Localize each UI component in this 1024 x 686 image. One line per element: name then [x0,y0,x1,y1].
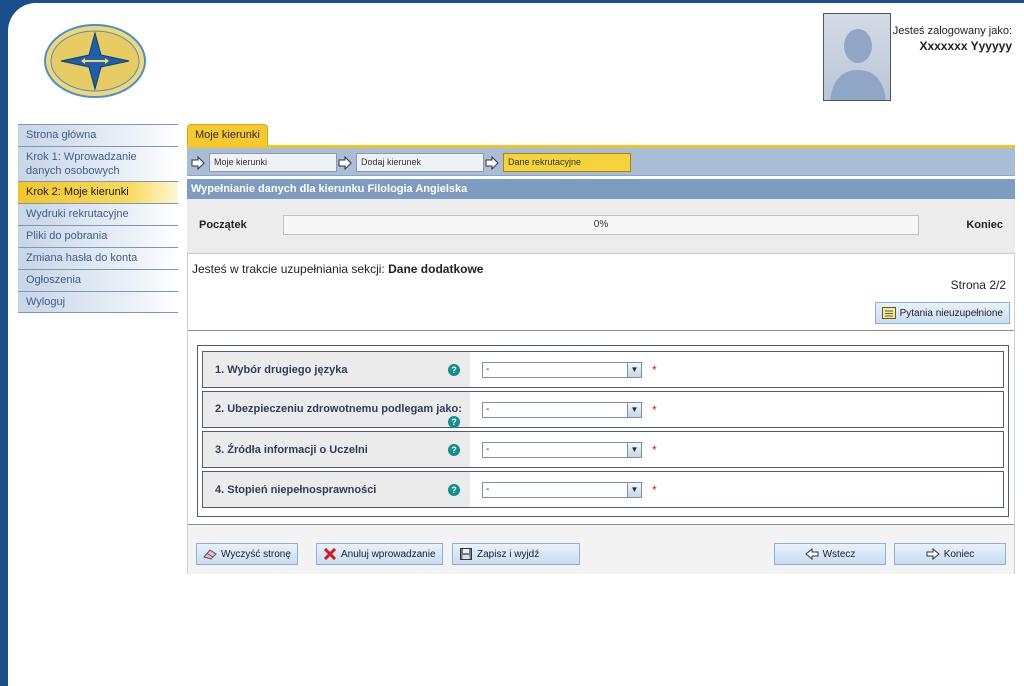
sidebar-item-announcements[interactable]: Ogłoszenia [18,269,178,291]
user-name: Xxxxxxx Yyyyyy [919,39,1012,53]
sidebar-item-step2-my-courses[interactable]: Krok 2: Moje kierunki [18,181,178,203]
second-language-select[interactable]: - ▼ [482,361,642,378]
select-value: - [486,403,490,415]
form-content: Jesteś w trakcie uzupełniania sekcji: Da… [187,254,1015,574]
question-field: - ▼ * [470,352,657,387]
question-text: 2. Ubezpieczeniu zdrowotnemu podlegam ja… [215,403,462,415]
floppy-disk-icon [460,548,472,560]
info-source-select[interactable]: - ▼ [482,441,642,458]
question-row: 1. Wybór drugiego języka ? - ▼ * [202,351,1004,388]
arrow-right-icon [338,155,352,170]
chevron-down-icon[interactable]: ▼ [627,362,641,377]
user-avatar [823,13,891,101]
sidebar-item-home[interactable]: Strona główna [18,124,178,146]
page-number: Strona 2/2 [950,278,1006,292]
question-field: - ▼ * [470,432,657,467]
question-label: 3. Źródła informacji o Uczelni ? [203,432,470,467]
breadcrumb: Moje kierunki Dodaj kierunek Dane rekrut… [187,148,1015,176]
login-label: Jesteś zalogowany jako: [892,25,1012,37]
save-and-exit-button[interactable]: Zapisz i wyjdź [452,543,580,565]
progress-start-label: Początek [199,219,247,231]
help-icon[interactable]: ? [448,484,460,496]
unanswered-questions-label: Pytania nieuzupełnione [899,307,1003,319]
question-text: 1. Wybór drugiego języka [215,363,348,376]
help-icon[interactable]: ? [448,364,460,376]
arrow-right-icon [485,155,499,170]
chevron-down-icon[interactable]: ▼ [627,402,641,417]
required-marker: * [652,442,657,457]
finish-label: Koniec [943,548,975,560]
arrow-right-icon [926,548,940,560]
cancel-entry-label: Anuluj wprowadzanie [341,548,436,560]
question-label: 4. Stopień niepełnosprawności ? [203,472,470,507]
back-button[interactable]: Wstecz [774,543,886,565]
breadcrumb-label-current: Dane rekrutacyjne [503,153,631,172]
sidebar-menu: Strona główna Krok 1: Wprowadzanie danyc… [18,124,178,313]
clear-page-label: Wyczyść stronę [221,548,291,560]
back-label: Wstecz [822,548,856,560]
section-status-name: Dane dodatkowe [388,262,484,276]
question-label: 1. Wybór drugiego języka ? [203,352,470,387]
question-label: 2. Ubezpieczeniu zdrowotnemu podlegam ja… [203,392,470,428]
section-title: Wypełnianie danych dla kierunku Filologi… [187,179,1015,199]
question-row: 2. Ubezpieczeniu zdrowotnemu podlegam ja… [202,391,1004,428]
action-bar: Wyczyść stronę Anuluj wprowadzanie Zapis… [188,524,1014,574]
question-text: 4. Stopień niepełnosprawności [215,483,377,496]
required-marker: * [652,402,657,417]
progress-area: Początek 0% Koniec [187,199,1015,254]
question-row: 3. Źródła informacji o Uczelni ? - ▼ * [202,431,1004,468]
question-field: - ▼ * [470,392,657,427]
divider [188,330,1014,331]
breadcrumb-step-2[interactable]: Dodaj kierunek [338,153,484,172]
sidebar-item-step1-personal-data[interactable]: Krok 1: Wprowadzanie danych osobowych [18,146,178,181]
finish-button[interactable]: Koniec [894,543,1006,565]
app-window: Jesteś zalogowany jako: Xxxxxxx Yyyyyy S… [8,3,1024,686]
required-marker: * [652,362,657,377]
eraser-icon [203,549,217,560]
select-value: - [486,483,490,495]
arrow-right-icon [191,155,205,170]
university-logo [44,24,146,98]
chevron-down-icon[interactable]: ▼ [627,482,641,497]
main-panel: Moje kierunki Moje kierunki Dodaj kierun… [187,124,1015,574]
questions-box: 1. Wybór drugiego języka ? - ▼ * 2. Ubez… [197,345,1009,517]
breadcrumb-label: Dodaj kierunek [356,153,484,172]
breadcrumb-label: Moje kierunki [209,153,337,172]
select-value: - [486,443,490,455]
save-and-exit-label: Zapisz i wyjdź [477,548,540,560]
sidebar-item-logout[interactable]: Wyloguj [18,291,178,313]
help-icon[interactable]: ? [448,444,460,456]
required-marker: * [652,482,657,497]
sidebar-item-change-password[interactable]: Zmiana hasła do konta [18,247,178,269]
section-status: Jesteś w trakcie uzupełniania sekcji: Da… [192,262,483,276]
section-status-prefix: Jesteś w trakcie uzupełniania sekcji: [192,262,385,276]
tab-my-courses[interactable]: Moje kierunki [187,124,268,146]
red-x-icon [323,548,337,560]
question-field: - ▼ * [470,472,657,507]
sidebar-item-downloads[interactable]: Pliki do pobrania [18,225,178,247]
list-icon [881,307,896,319]
clear-page-button[interactable]: Wyczyść stronę [196,543,298,565]
breadcrumb-step-3[interactable]: Dane rekrutacyjne [485,153,631,172]
breadcrumb-step-1[interactable]: Moje kierunki [191,153,337,172]
question-text: 3. Źródła informacji o Uczelni [215,443,368,456]
disability-degree-select[interactable]: - ▼ [482,481,642,498]
unanswered-questions-button[interactable]: Pytania nieuzupełnione [874,302,1010,324]
health-insurance-select[interactable]: - ▼ [482,401,642,418]
arrow-left-icon [804,548,819,560]
chevron-down-icon[interactable]: ▼ [627,442,641,457]
select-value: - [486,363,490,375]
progress-value: 0% [593,219,609,230]
question-row: 4. Stopień niepełnosprawności ? - ▼ * [202,471,1004,508]
help-icon[interactable]: ? [448,416,460,428]
progress-bar: 0% [283,215,919,235]
sidebar-item-printouts[interactable]: Wydruki rekrutacyjne [18,203,178,225]
progress-end-label: Koniec [966,219,1003,231]
cancel-entry-button[interactable]: Anuluj wprowadzanie [316,543,443,565]
